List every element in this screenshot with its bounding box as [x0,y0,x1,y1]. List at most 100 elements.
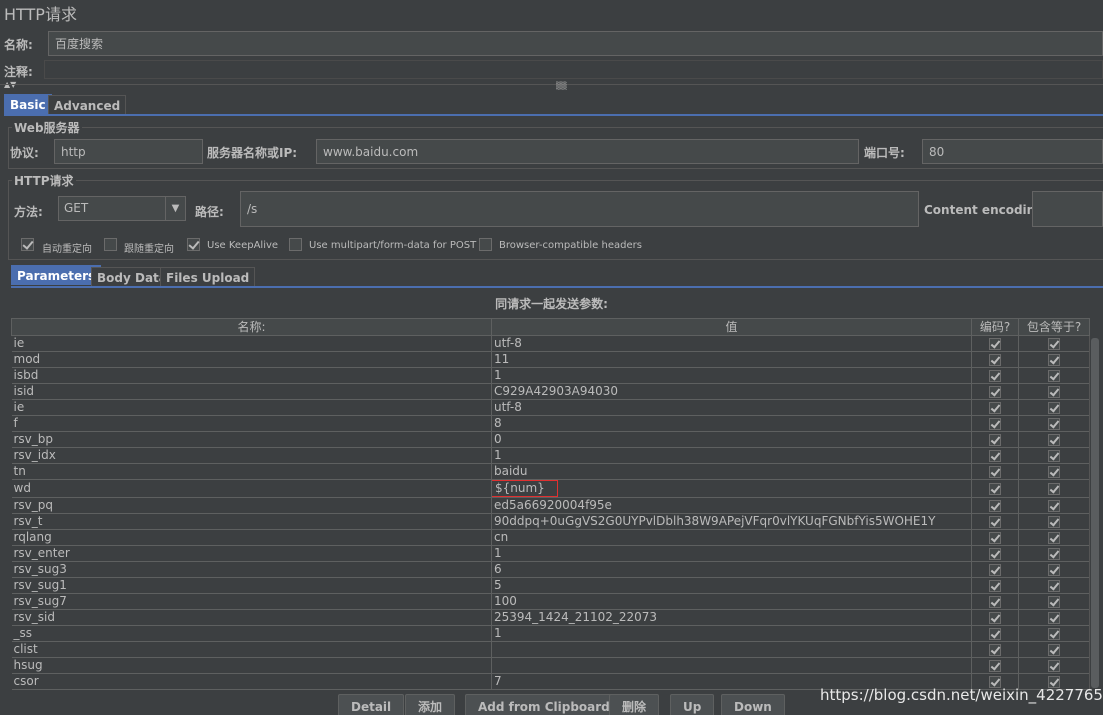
encode-checkbox[interactable] [989,547,1001,560]
table-row[interactable]: rsv_sug3 6 [11,561,1090,578]
param-name-cell[interactable]: ie [11,335,492,352]
param-value-cell[interactable]: utf-8 [491,335,972,352]
include-equals-checkbox[interactable] [1048,659,1060,672]
param-value-cell[interactable] [491,641,972,658]
param-value-cell[interactable]: 1 [491,367,972,384]
param-name-cell[interactable]: f [11,415,492,432]
table-row[interactable]: ie utf-8 [11,335,1090,352]
column-header-value[interactable]: 值 [491,318,972,336]
param-name-cell[interactable]: rsv_t [11,513,492,530]
table-row[interactable]: ie utf-8 [11,399,1090,416]
param-value-cell[interactable]: 90ddpq+0uGgVS2G0UYPvlDblh38W9APejVFqr0vl… [491,513,972,530]
encode-checkbox[interactable] [989,449,1001,462]
include-equals-checkbox[interactable] [1048,595,1060,608]
param-value-cell[interactable]: 6 [491,561,972,578]
param-value-cell[interactable]: baidu [491,463,972,480]
encode-checkbox[interactable] [989,417,1001,430]
include-equals-checkbox[interactable] [1048,531,1060,544]
table-row[interactable]: rqlang cn [11,529,1090,546]
column-header-name[interactable]: 名称: [11,318,492,336]
add-button[interactable]: 添加 [405,694,456,715]
param-value-cell[interactable]: ${num} [491,479,972,498]
table-row[interactable]: rsv_enter 1 [11,545,1090,562]
param-value-cell[interactable]: utf-8 [491,399,972,416]
table-row[interactable]: rsv_pq ed5a66920004f95e [11,497,1090,514]
include-equals-checkbox[interactable] [1048,563,1060,576]
include-equals-checkbox[interactable] [1048,385,1060,398]
name-input[interactable]: 百度搜索 [48,31,1103,56]
encode-checkbox[interactable] [989,353,1001,366]
param-name-cell[interactable]: rsv_sid [11,609,492,626]
include-equals-checkbox[interactable] [1048,482,1060,495]
table-row[interactable]: rsv_sid 25394_1424_21102_22073 [11,609,1090,626]
encode-checkbox[interactable] [989,595,1001,608]
param-value-cell[interactable] [491,657,972,674]
table-row[interactable]: mod 11 [11,351,1090,368]
encode-checkbox[interactable] [989,337,1001,350]
include-equals-checkbox[interactable] [1048,499,1060,512]
param-name-cell[interactable]: isbd [11,367,492,384]
include-equals-checkbox[interactable] [1048,449,1060,462]
table-row[interactable]: f8 [11,415,1090,432]
detail-button[interactable]: Detail [338,694,405,715]
param-value-cell[interactable]: 1 [491,545,972,562]
param-name-cell[interactable]: rsv_sug7 [11,593,492,610]
down-button[interactable]: Down [721,694,785,715]
param-name-cell[interactable]: rsv_sug1 [11,577,492,594]
include-equals-checkbox[interactable] [1048,353,1060,366]
encode-checkbox[interactable] [989,369,1001,382]
table-row[interactable]: rsv_sug1 5 [11,577,1090,594]
table-row[interactable]: tn baidu [11,463,1090,480]
path-input[interactable]: /s [240,191,919,227]
param-name-cell[interactable]: csor [11,673,492,690]
param-value-cell[interactable]: 25394_1424_21102_22073 [491,609,972,626]
encode-checkbox[interactable] [989,627,1001,640]
encode-checkbox[interactable] [989,611,1001,624]
include-equals-checkbox[interactable] [1048,417,1060,430]
table-row[interactable]: wd ${num} [11,479,1090,498]
param-name-cell[interactable]: hsug [11,657,492,674]
content-encoding-input[interactable] [1032,191,1103,227]
encode-checkbox[interactable] [989,643,1001,656]
param-value-cell[interactable]: 0 [491,431,972,448]
keepalive-checkbox[interactable] [187,238,200,251]
chevron-down-icon[interactable]: ▼ [165,197,185,220]
param-value-cell[interactable]: 8 [491,415,972,432]
redirect-auto-checkbox[interactable] [21,238,34,251]
param-name-cell[interactable]: rsv_idx [11,447,492,464]
encode-checkbox[interactable] [989,531,1001,544]
table-row[interactable]: isid C929A42903A94030 [11,383,1090,400]
delete-button[interactable]: 删除 [609,694,660,715]
table-row[interactable]: isbd 1 [11,367,1090,384]
add-from-clipboard-button[interactable]: Add from Clipboard [465,694,623,715]
param-value-cell[interactable]: 100 [491,593,972,610]
encode-checkbox[interactable] [989,579,1001,592]
column-header-encode[interactable]: 编码? [971,318,1019,336]
param-value-cell[interactable]: 11 [491,351,972,368]
multipart-checkbox[interactable] [289,238,302,251]
tab-advanced[interactable]: Advanced [48,95,127,115]
encode-checkbox[interactable] [989,465,1001,478]
include-equals-checkbox[interactable] [1048,433,1060,446]
table-row[interactable]: rsv_t 90ddpq+0uGgVS2G0UYPvlDblh38W9APejVF… [11,513,1090,530]
table-row[interactable]: rsv_bp 0 [11,431,1090,448]
param-name-cell[interactable]: wd [11,479,492,498]
include-equals-checkbox[interactable] [1048,627,1060,640]
column-header-include-equals[interactable]: 包含等于? [1018,318,1090,336]
param-value-cell[interactable]: 1 [491,625,972,642]
table-row[interactable]: clist [11,641,1090,658]
param-name-cell[interactable]: rsv_enter [11,545,492,562]
include-equals-checkbox[interactable] [1048,401,1060,414]
up-button[interactable]: Up [670,694,715,715]
tab-files-upload[interactable]: Files Upload [160,267,256,287]
param-value-cell[interactable]: 1 [491,447,972,464]
include-equals-checkbox[interactable] [1048,515,1060,528]
param-value-cell[interactable]: 5 [491,577,972,594]
include-equals-checkbox[interactable] [1048,611,1060,624]
method-select[interactable]: GET ▼ [58,196,186,221]
include-equals-checkbox[interactable] [1048,643,1060,656]
encode-checkbox[interactable] [989,499,1001,512]
param-name-cell[interactable]: tn [11,463,492,480]
encode-checkbox[interactable] [989,659,1001,672]
param-value-cell[interactable]: cn [491,529,972,546]
